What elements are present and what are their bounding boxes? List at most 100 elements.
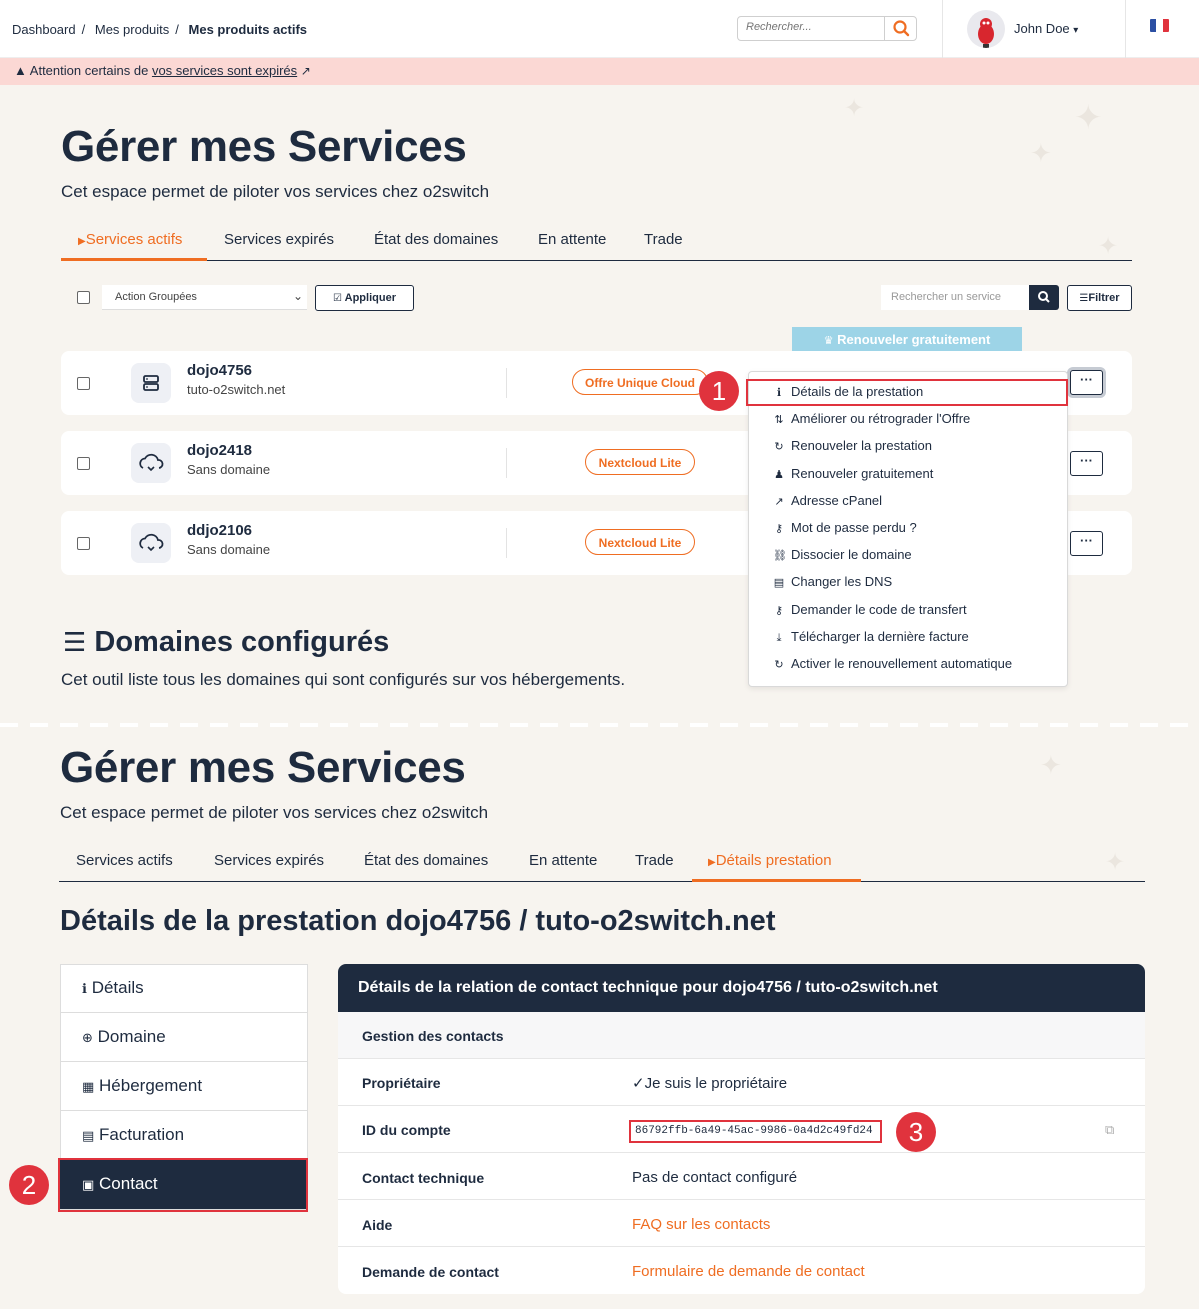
tab-trade[interactable]: Trade [644, 231, 683, 248]
service-name[interactable]: ddjo2106 [187, 522, 252, 539]
sparkle-icon: ✦ [1040, 750, 1062, 780]
service-domain: tuto-o2switch.net [187, 382, 286, 397]
sparkle-icon: ✦ [1105, 849, 1126, 876]
page-title: Gérer mes Services [61, 122, 467, 171]
row-label-help: Aide [362, 1217, 393, 1233]
caret-right-icon: ▶ [708, 857, 716, 868]
active-tab-indicator [61, 258, 207, 261]
external-link-icon: ↗ [300, 64, 311, 78]
menu-item-renew-free[interactable]: ♟ Renouveler gratuitement [773, 466, 933, 481]
warning-icon: ▲ [14, 63, 27, 78]
info-icon: ℹ [82, 981, 87, 996]
service-checkbox[interactable] [77, 537, 90, 550]
tab-details-prestation[interactable]: ▶Détails prestation [708, 852, 832, 869]
cloud-sync-icon [131, 443, 171, 483]
card-divider [506, 448, 507, 478]
step-marker-2: 2 [9, 1165, 49, 1205]
key-icon: ⚷ [774, 605, 784, 617]
avatar[interactable] [967, 10, 1005, 48]
service-actions-button[interactable]: ··· [1070, 451, 1103, 476]
service-search-button[interactable] [1029, 285, 1059, 310]
copy-icon[interactable]: ⧉ [1105, 1122, 1114, 1138]
tab-etat-domaines[interactable]: État des domaines [374, 231, 498, 248]
sparkle-icon: ✦ [1030, 138, 1052, 168]
info-icon: ℹ [776, 387, 782, 399]
tab-trade[interactable]: Trade [635, 852, 674, 869]
menu-item-transfer-code[interactable]: ⚷ Demander le code de transfert [773, 602, 967, 617]
row-label-account-id: ID du compte [362, 1122, 451, 1138]
invoice-icon: ▤ [82, 1128, 95, 1143]
service-domain: Sans domaine [187, 462, 271, 477]
active-tab-indicator [692, 879, 861, 882]
dns-icon: ▤ [773, 577, 785, 589]
expired-services-link[interactable]: vos services sont expirés [152, 63, 297, 78]
card-divider [506, 528, 507, 558]
offer-badge: Offre Unique Cloud [572, 369, 708, 395]
row-label-tech-contact: Contact technique [362, 1170, 485, 1186]
french-flag-icon[interactable] [1150, 19, 1169, 32]
screenshot-separator [0, 723, 1199, 727]
global-search [737, 16, 917, 41]
service-search-input[interactable]: Rechercher un service [881, 285, 1029, 310]
service-actions-button[interactable]: ··· [1070, 370, 1103, 395]
service-checkbox[interactable] [77, 457, 90, 470]
service-actions-button[interactable]: ··· [1070, 531, 1103, 556]
faq-contacts-link[interactable]: FAQ sur les contacts [632, 1216, 770, 1233]
card-divider [506, 368, 507, 398]
tab-services-actifs[interactable]: ▶Services actifs [78, 231, 182, 248]
group-action-select[interactable]: Action Groupées ⌄ [102, 285, 307, 310]
service-checkbox[interactable] [77, 377, 90, 390]
domains-subtitle: Cet outil liste tous les domaines qui so… [61, 670, 626, 689]
global-search-button[interactable] [884, 17, 916, 40]
filter-button[interactable]: ☰Filtrer [1067, 285, 1132, 311]
menu-item-password[interactable]: ⚷ Mot de passe perdu ? [773, 520, 917, 535]
tab-services-expires[interactable]: Services expirés [224, 231, 334, 248]
tab-en-attente[interactable]: En attente [529, 852, 597, 869]
sparkle-icon: ✦ [1098, 233, 1119, 260]
menu-item-upgrade[interactable]: ⇅ Améliorer ou rétrograder l'Offre [773, 411, 970, 426]
header-divider [942, 0, 943, 58]
list-icon: ☰ [63, 627, 87, 657]
tab-en-attente[interactable]: En attente [538, 231, 606, 248]
globe-icon: ⊕ [82, 1030, 93, 1045]
breadcrumb-dashboard[interactable]: Dashboard [12, 22, 76, 37]
side-menu-facturation[interactable]: ▤ Facturation [60, 1111, 308, 1160]
tab-etat-domaines[interactable]: État des domaines [364, 852, 488, 869]
menu-item-details[interactable]: ℹ Détails de la prestation [773, 384, 923, 399]
check-icon: ✓ [632, 1075, 645, 1092]
menu-item-cpanel[interactable]: ↗ Adresse cPanel [773, 493, 882, 508]
service-name[interactable]: dojo2418 [187, 442, 252, 459]
row-value-owner: ✓Je suis le propriétaire [632, 1075, 788, 1092]
sparkle-icon: ✦ [844, 95, 865, 122]
menu-item-auto-renew[interactable]: ↻ Activer le renouvellement automatique [773, 656, 1012, 671]
menu-item-dns[interactable]: ▤ Changer les DNS [773, 574, 892, 589]
select-all-checkbox[interactable] [77, 291, 90, 304]
breadcrumb-products[interactable]: Mes produits [95, 22, 169, 37]
user-menu[interactable]: John Doe ▾ [1014, 21, 1078, 36]
calendar-icon: ▦ [82, 1079, 95, 1094]
menu-item-invoice[interactable]: ⤓ Télécharger la dernière facture [773, 629, 969, 645]
menu-item-renew[interactable]: ↻ Renouveler la prestation [773, 438, 932, 453]
contact-request-form-link[interactable]: Formulaire de demande de contact [632, 1263, 865, 1280]
tab-services-expires[interactable]: Services expirés [214, 852, 324, 869]
global-search-input[interactable] [746, 21, 886, 33]
menu-item-unlink-domain[interactable]: ⛓ Dissocier le domaine [773, 547, 912, 562]
step-marker-3: 3 [896, 1112, 936, 1152]
tab-services-actifs[interactable]: Services actifs [76, 852, 173, 869]
row-label-contact-request: Demande de contact [362, 1264, 499, 1280]
highlight-box [58, 1158, 308, 1212]
details-title: Détails de la prestation dojo4756 / tuto… [60, 905, 776, 937]
caret-down-icon: ▾ [1073, 25, 1079, 36]
side-menu-domaine[interactable]: ⊕ Domaine [60, 1013, 308, 1062]
exchange-icon: ⇅ [774, 414, 784, 426]
page-subtitle: Cet espace permet de piloter vos service… [61, 182, 490, 201]
apply-button[interactable]: ☑ Appliquer [315, 285, 414, 311]
external-link-icon: ↗ [774, 496, 784, 508]
breadcrumb-current: Mes produits actifs [188, 22, 307, 37]
tabs-underline [59, 881, 1145, 882]
side-menu-details[interactable]: ℹ Détails [60, 964, 308, 1013]
download-icon: ⤓ [776, 632, 782, 644]
step-marker-1: 1 [699, 371, 739, 411]
service-name[interactable]: dojo4756 [187, 362, 252, 379]
side-menu-hebergement[interactable]: ▦ Hébergement [60, 1062, 308, 1111]
